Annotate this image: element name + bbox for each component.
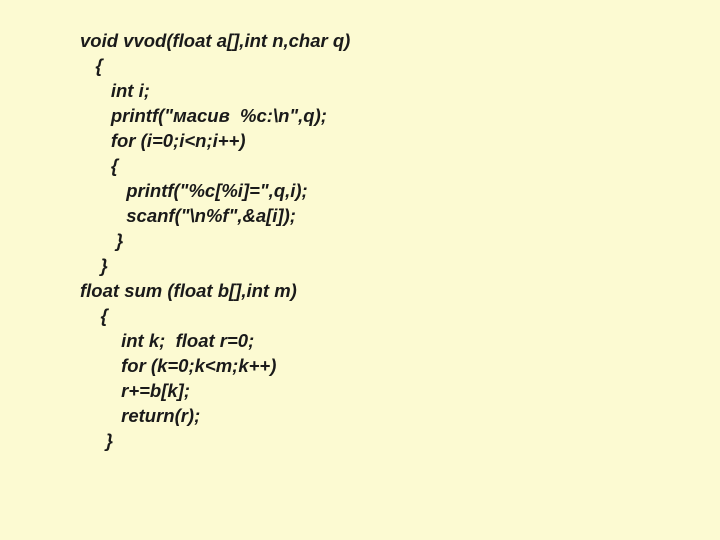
code-line: int k; float r=0; bbox=[80, 328, 720, 353]
code-line: return(r); bbox=[80, 403, 720, 428]
code-line: } bbox=[80, 253, 720, 278]
code-line: void vvod(float a[],int n,char q) bbox=[80, 28, 720, 53]
code-slide: void vvod(float a[],int n,char q) { int … bbox=[0, 0, 720, 540]
code-line: int i; bbox=[80, 78, 720, 103]
code-line: float sum (float b[],int m) bbox=[80, 278, 720, 303]
code-line: { bbox=[80, 303, 720, 328]
code-line: printf("%c[%i]=",q,i); bbox=[80, 178, 720, 203]
code-line: { bbox=[80, 53, 720, 78]
code-line: { bbox=[80, 153, 720, 178]
code-line: } bbox=[80, 428, 720, 453]
code-line: for (i=0;i<n;i++) bbox=[80, 128, 720, 153]
code-line: printf("масив %c:\n",q); bbox=[80, 103, 720, 128]
code-line: } bbox=[80, 228, 720, 253]
code-line: scanf("\n%f",&a[i]); bbox=[80, 203, 720, 228]
code-line: r+=b[k]; bbox=[80, 378, 720, 403]
code-line: for (k=0;k<m;k++) bbox=[80, 353, 720, 378]
